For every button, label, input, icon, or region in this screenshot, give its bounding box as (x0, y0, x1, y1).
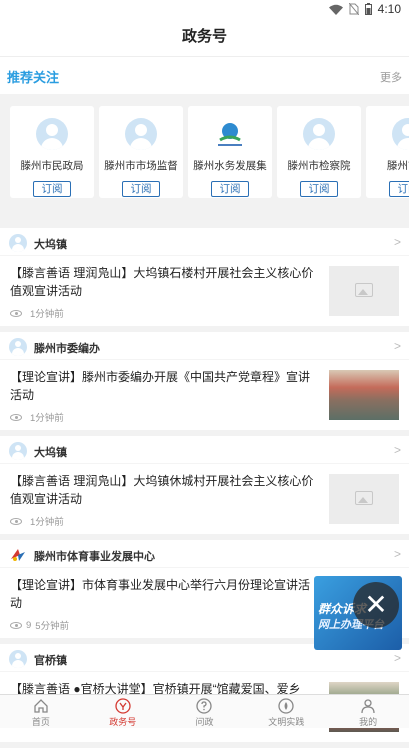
source-row[interactable]: 滕州市委编办 > (0, 332, 409, 360)
card-name: 滕州水务发展集 (193, 160, 267, 172)
floating-banner[interactable]: 群众诉求 网上办理平台 ✕ (314, 576, 402, 650)
subscribe-button[interactable]: 订阅 (300, 181, 338, 197)
recommend-title: 推荐关注 (7, 70, 60, 85)
card-name: 滕州市委 (387, 160, 409, 172)
home-icon (34, 699, 48, 713)
news-time: 1分钟前 (30, 413, 64, 424)
source-name: 大坞镇 (34, 447, 67, 459)
subscribe-button[interactable]: 订阅 (211, 181, 249, 197)
eye-icon (10, 309, 22, 317)
page-title: 政务号 (0, 18, 409, 56)
tab-home[interactable]: 首页 (0, 695, 82, 728)
news-title: 【理论宣讲】市体育事业发展中心举行六月份理论宣讲活动 (10, 578, 311, 610)
recommend-card[interactable]: 滕州市市场监督 订阅 (99, 106, 183, 198)
list-item[interactable]: 滕州市委编办 > 【理论宣讲】滕州市委编办开展《中国共产党章程》宣讲活动 1分钟… (0, 332, 409, 430)
avatar (9, 442, 27, 460)
card-name: 滕州市检察院 (287, 160, 351, 172)
view-count: 9 (26, 619, 32, 631)
tab-civilization[interactable]: 文明实践 (245, 695, 327, 728)
user-icon (361, 699, 375, 714)
wifi-icon (328, 4, 343, 15)
chevron-right-icon: > (393, 443, 401, 457)
source-name: 大坞镇 (34, 239, 67, 251)
image-placeholder-icon (355, 283, 373, 297)
more-link[interactable]: 更多 (380, 69, 402, 85)
card-name: 滕州市民政局 (20, 160, 84, 172)
avatar (392, 118, 409, 150)
avatar (303, 118, 335, 150)
avatar (9, 338, 27, 356)
card-name: 滕州市市场监督 (104, 160, 178, 172)
chevron-right-icon: > (393, 235, 401, 249)
tab-label: 问政 (195, 717, 214, 727)
image-placeholder-icon (355, 491, 373, 505)
sports-logo-icon (11, 549, 25, 561)
recommend-card[interactable]: 滕州市检察院 订阅 (277, 106, 361, 198)
close-icon[interactable]: ✕ (353, 582, 399, 628)
source-name: 滕州市委编办 (34, 343, 100, 355)
avatar (125, 118, 157, 150)
source-name: 官桥镇 (34, 655, 67, 667)
eye-icon (10, 517, 22, 525)
news-time: 1分钟前 (30, 517, 64, 528)
news-title: 【滕言善语 理润凫山】大坞镇休城村开展社会主义核心价值观宣讲活动 (10, 474, 314, 506)
news-title: 【滕言善语 理润凫山】大坞镇石楼村开展社会主义核心价值观宣讲活动 (10, 266, 314, 298)
avatar (36, 118, 68, 150)
recommend-card[interactable]: 滕州市委 订阅 (366, 106, 409, 198)
source-row[interactable]: 大坞镇 > (0, 436, 409, 464)
tab-gov-account[interactable]: 政务号 (82, 695, 164, 728)
tab-label: 文明实践 (268, 717, 305, 727)
news-title: 【理论宣讲】滕州市委编办开展《中国共产党章程》宣讲活动 (10, 370, 311, 402)
tab-label: 政务号 (109, 717, 137, 727)
flame-icon (278, 698, 294, 714)
list-item[interactable]: 大坞镇 > 【滕言善语 理润凫山】大坞镇石楼村开展社会主义核心价值观宣讲活动 1… (0, 228, 409, 326)
source-row[interactable]: 滕州市体育事业发展中心 > (0, 540, 409, 568)
recommend-card[interactable]: 滕州水务发展集 订阅 (188, 106, 272, 198)
subscribe-button[interactable]: 订阅 (389, 181, 409, 197)
news-feed: 大坞镇 > 【滕言善语 理润凫山】大坞镇石楼村开展社会主义核心价值观宣讲活动 1… (0, 228, 409, 748)
question-icon (196, 698, 213, 714)
subscribe-button[interactable]: 订阅 (33, 181, 71, 197)
gov-badge-icon (115, 698, 131, 714)
list-item[interactable]: 大坞镇 > 【滕言善语 理润凫山】大坞镇休城村开展社会主义核心价值观宣讲活动 1… (0, 436, 409, 534)
news-time: 1分钟前 (30, 309, 64, 320)
chevron-right-icon: > (393, 339, 401, 353)
eye-icon (10, 621, 22, 629)
battery-icon (364, 3, 372, 15)
status-time: 4:10 (377, 2, 401, 16)
bottom-tabbar: 首页 政务号 问政 文明实践 我的 (0, 694, 409, 728)
no-sim-icon (348, 3, 359, 15)
tab-label: 我的 (359, 717, 378, 727)
tab-mine[interactable]: 我的 (327, 695, 409, 728)
eye-icon (10, 413, 22, 421)
tab-label: 首页 (31, 717, 50, 727)
status-bar: 4:10 (0, 0, 409, 18)
avatar (9, 234, 27, 252)
thumbnail (329, 266, 399, 316)
news-time: 5分钟前 (35, 621, 70, 632)
thumbnail (329, 370, 399, 420)
tab-inquiry[interactable]: 问政 (164, 695, 246, 728)
recommend-cards[interactable]: 滕州市民政局 订阅 滕州市市场监督 订阅 滕州水务发展集 订阅 滕州市检察院 订… (0, 94, 409, 210)
subscribe-button[interactable]: 订阅 (122, 181, 160, 197)
recommend-card[interactable]: 滕州市民政局 订阅 (10, 106, 94, 198)
chevron-right-icon: > (393, 651, 401, 665)
source-row[interactable]: 大坞镇 > (0, 228, 409, 256)
avatar (9, 650, 27, 668)
thumbnail (329, 474, 399, 524)
chevron-right-icon: > (393, 547, 401, 561)
recommend-section-header: 推荐关注 更多 (0, 56, 409, 94)
water-logo-icon (214, 118, 246, 150)
source-name: 滕州市体育事业发展中心 (34, 551, 155, 563)
